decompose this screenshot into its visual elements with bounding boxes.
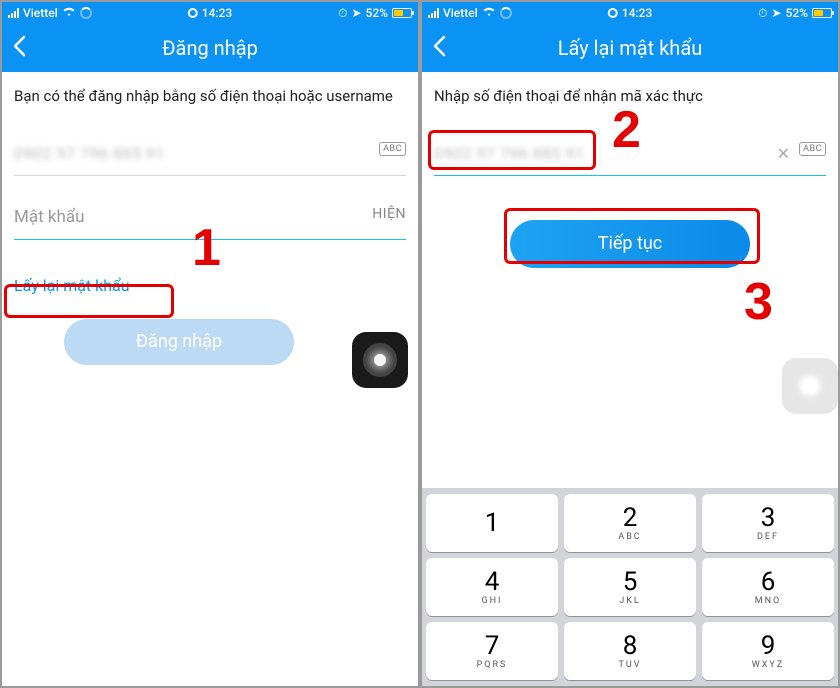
clear-icon[interactable]: ✕: [777, 144, 790, 163]
annotation-number-3: 3: [744, 272, 773, 332]
key-4[interactable]: 4GHI: [426, 558, 558, 616]
key-1[interactable]: 1: [426, 494, 558, 552]
record-icon: [188, 8, 198, 18]
alarm-icon: ⏱: [338, 6, 347, 21]
phone-value: 0902 97 796 885 91: [14, 144, 165, 163]
record-icon: [608, 8, 618, 18]
location-icon: ➤: [351, 6, 361, 20]
key-7[interactable]: 7PQRS: [426, 622, 558, 680]
back-button[interactable]: [12, 35, 26, 61]
assistive-touch-button[interactable]: [782, 358, 838, 414]
assistive-touch-button[interactable]: [352, 332, 408, 388]
loading-icon: [500, 7, 512, 19]
location-icon: ➤: [771, 6, 781, 20]
abc-toggle[interactable]: ABC: [799, 142, 826, 156]
battery-pct: 52%: [786, 6, 808, 20]
carrier-label: Viettel: [443, 6, 478, 20]
signal-icon: [8, 8, 19, 18]
key-2[interactable]: 2ABC: [564, 494, 696, 552]
battery-icon: [392, 8, 412, 18]
status-bar: Viettel 14:23 ⏱ ➤ 52%: [422, 2, 838, 24]
show-password-toggle[interactable]: HIỆN: [372, 206, 406, 222]
loading-icon: [80, 7, 92, 19]
status-bar: Viettel 14:23 ⏱ ➤ 52%: [2, 2, 418, 24]
back-button[interactable]: [432, 35, 446, 61]
annotation-number-2: 2: [612, 100, 641, 160]
numeric-keypad: 1 2ABC 3DEF 4GHI 5JKL 6MNO 7PQRS 8TUV 9W…: [422, 488, 838, 686]
screen-login: Viettel 14:23 ⏱ ➤ 52% Đăng nhập Bạn có t…: [0, 0, 420, 688]
time-label: 14:23: [202, 6, 232, 20]
nav-header: Đăng nhập: [2, 24, 418, 72]
carrier-label: Viettel: [23, 6, 58, 20]
signal-icon: [428, 8, 439, 18]
page-title: Đăng nhập: [162, 36, 258, 60]
key-3[interactable]: 3DEF: [702, 494, 834, 552]
wifi-icon: [482, 6, 496, 20]
key-5[interactable]: 5JKL: [564, 558, 696, 616]
battery-icon: [812, 8, 832, 18]
nav-header: Lấy lại mật khẩu: [422, 24, 838, 72]
password-placeholder: Mật khẩu: [14, 207, 84, 227]
battery-pct: 52%: [366, 6, 388, 20]
screen-recover: Viettel 14:23 ⏱ ➤ 52% Lấy lại mật khẩu N…: [420, 0, 840, 688]
annotation-box-3: [504, 208, 760, 264]
wifi-icon: [62, 6, 76, 20]
key-8[interactable]: 8TUV: [564, 622, 696, 680]
login-button[interactable]: Đăng nhập: [64, 319, 294, 365]
alarm-icon: ⏱: [758, 6, 767, 21]
annotation-box-1: [4, 284, 174, 318]
key-9[interactable]: 9WXYZ: [702, 622, 834, 680]
annotation-box-2: [428, 130, 596, 170]
time-label: 14:23: [622, 6, 652, 20]
page-title: Lấy lại mật khẩu: [558, 36, 702, 60]
phone-field[interactable]: 0902 97 796 885 91 ABC: [14, 136, 406, 176]
annotation-number-1: 1: [192, 218, 221, 278]
key-6[interactable]: 6MNO: [702, 558, 834, 616]
abc-toggle[interactable]: ABC: [379, 142, 406, 156]
instruction-text: Bạn có thể đăng nhập bằng số điện thoại …: [14, 86, 406, 108]
